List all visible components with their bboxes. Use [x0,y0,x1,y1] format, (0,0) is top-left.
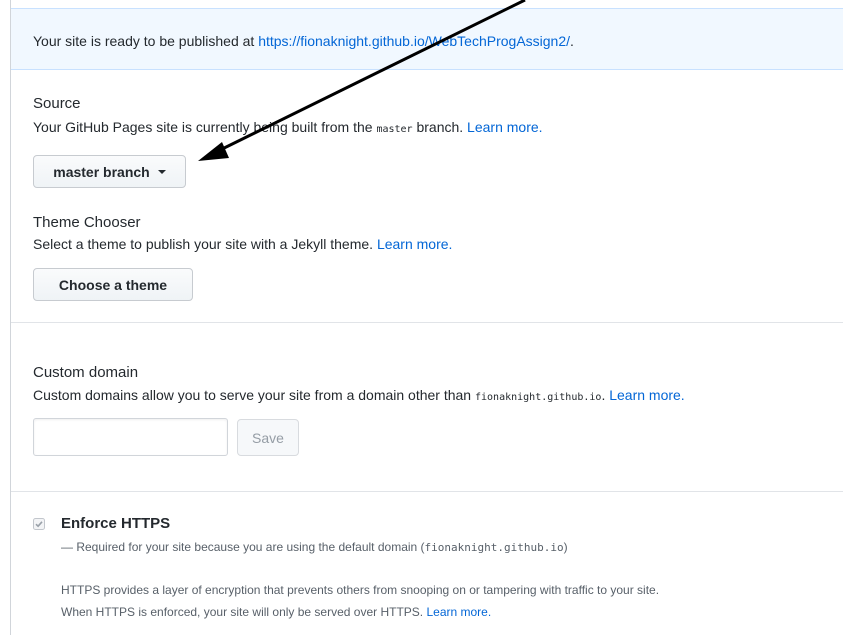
https-info-line-2: When HTTPS is enforced, your site will o… [61,605,491,619]
choose-theme-button[interactable]: Choose a theme [33,268,193,301]
custom-domain-description: Custom domains allow you to serve your s… [33,387,685,403]
default-domain-code: fionaknight.github.io [475,392,602,403]
enforce-https-checkbox[interactable] [33,518,45,530]
source-desc-after: branch. [416,119,464,135]
https-info-line-1: HTTPS provides a layer of encryption tha… [61,583,660,597]
custom-domain-input[interactable] [33,418,228,456]
github-pages-settings-panel: Your site is ready to be published at ht… [10,0,843,635]
https-note-before: — Required for your site because you are… [61,540,425,554]
save-button[interactable]: Save [237,419,299,456]
custom-domain-learn-more-link[interactable]: Learn more. [609,387,684,403]
section-divider [11,322,843,323]
section-divider [11,491,843,492]
source-learn-more-link[interactable]: Learn more. [467,119,542,135]
theme-chooser-heading: Theme Chooser [33,214,141,231]
branch-name-code: master [376,124,413,135]
https-required-note: — Required for your site because you are… [61,540,568,554]
publish-status-text: Your site is ready to be published at ht… [33,33,574,49]
https-info-line-2-text: When HTTPS is enforced, your site will o… [61,605,424,619]
publish-status-banner: Your site is ready to be published at ht… [11,8,843,70]
https-note-after: ) [563,540,568,554]
source-desc-before: Your GitHub Pages site is currently bein… [33,119,373,135]
theme-learn-more-link[interactable]: Learn more. [377,236,452,252]
theme-description: Select a theme to publish your site with… [33,236,452,252]
theme-desc-text: Select a theme to publish your site with… [33,236,374,252]
caret-down-icon [157,170,166,174]
site-url-link[interactable]: https://fionaknight.github.io/WebTechPro… [258,33,570,49]
source-description: Your GitHub Pages site is currently bein… [33,119,543,135]
checkbox-checked-icon [33,518,45,530]
source-branch-dropdown[interactable]: master branch [33,155,186,188]
enforce-https-label: Enforce HTTPS [61,515,171,532]
publish-status-label: Your site is ready to be published at [33,33,255,49]
source-branch-label: master branch [53,163,150,180]
publish-status-suffix: . [570,33,574,49]
custom-domain-desc-after: . [601,387,606,403]
source-heading: Source [33,95,81,112]
https-learn-more-link[interactable]: Learn more. [426,605,491,619]
custom-domain-heading: Custom domain [33,364,139,381]
custom-domain-desc-before: Custom domains allow you to serve your s… [33,387,472,403]
https-note-domain: fionaknight.github.io [424,541,564,554]
